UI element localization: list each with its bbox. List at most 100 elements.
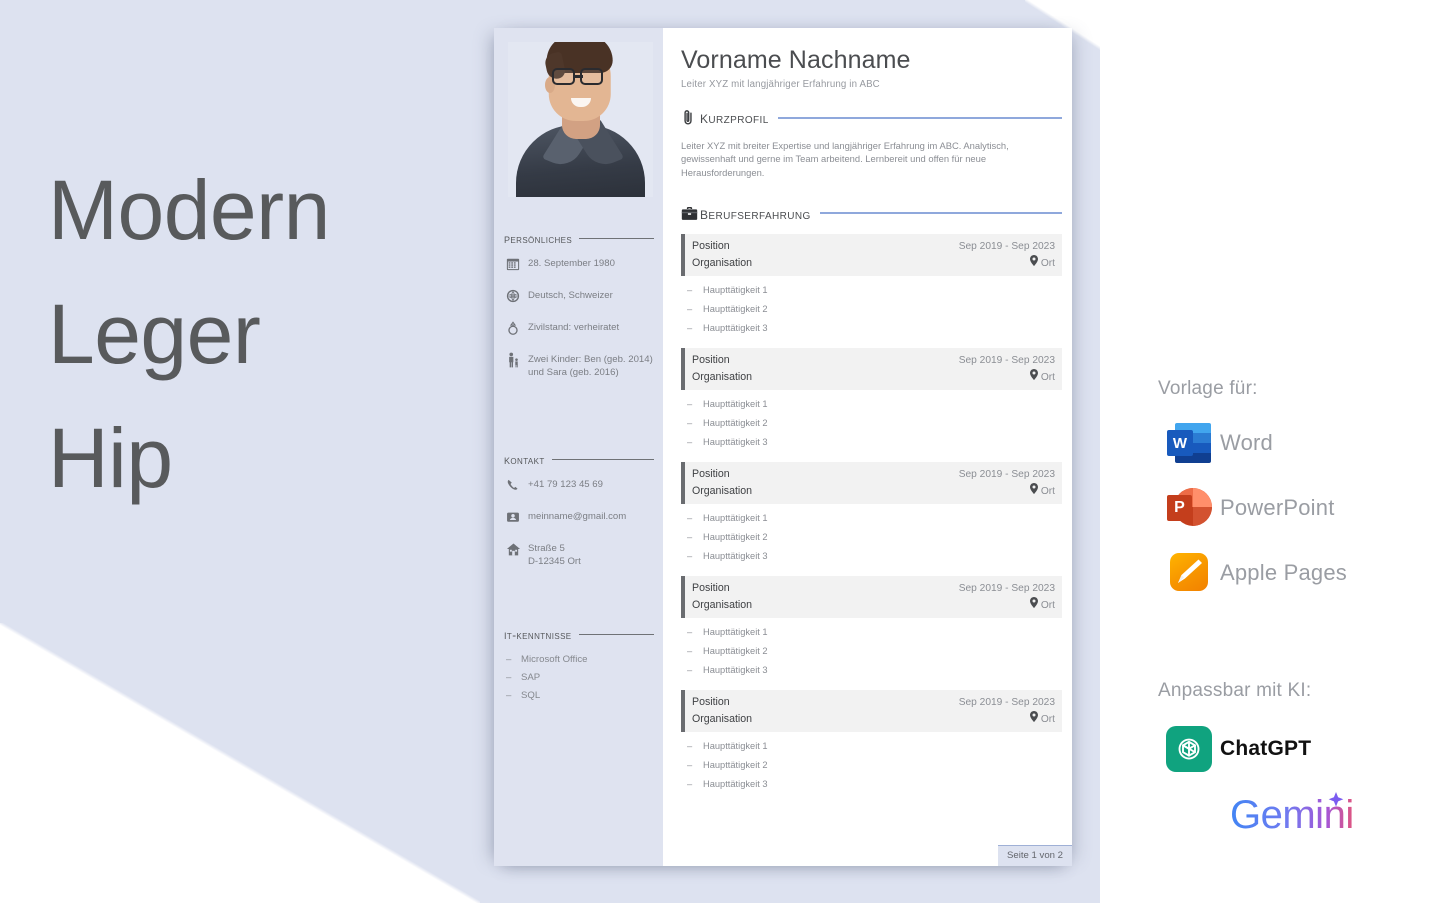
ai-tools-title: Anpassbar mit KI: (1158, 680, 1312, 701)
headline-line-1: Modern (48, 163, 330, 257)
format-row-word[interactable]: W Word (1158, 421, 1438, 465)
location-label: Ort (1040, 599, 1055, 611)
sidebar-heading-label: IT-Kenntnisse (504, 627, 572, 643)
task-label: Haupttätigkeit 3 (703, 550, 768, 561)
resume-sidebar: Persönliches 28. September 1980 Deutsch,… (494, 28, 663, 866)
globe-icon (504, 287, 522, 305)
ai-row-chatgpt[interactable]: ChatGPT (1158, 726, 1445, 772)
task-label: Haupttätigkeit 2 (703, 759, 768, 770)
bullet-dash: – (687, 284, 693, 295)
list-item: – SAP (506, 669, 655, 687)
list-item: – Haupttätigkeit 3 (687, 433, 1062, 452)
sidebar-heading-kontakt: Kontakt (504, 452, 654, 467)
experience-header: Position Organisation Sep 2019 - Sep 202… (681, 689, 1062, 732)
task-label: Haupttätigkeit 2 (703, 645, 768, 656)
personal-row-text: Zivilstand: verheiratet (528, 322, 620, 333)
bullet-dash: – (687, 759, 693, 770)
list-item: – Haupttätigkeit 1 (687, 737, 1062, 756)
experience-position: Position (692, 239, 730, 252)
home-icon (504, 540, 522, 558)
location-label: Ort (1040, 257, 1055, 269)
contact-row-address: Straße 5 D-12345 Ort (504, 540, 655, 568)
format-label: PowerPoint (1220, 495, 1335, 520)
list-item: – Haupttätigkeit 3 (687, 319, 1062, 338)
personal-row-nationality: Deutsch, Schweizer (504, 287, 655, 305)
list-item: – SQL (506, 687, 655, 705)
list-item: – Haupttätigkeit 1 (687, 281, 1062, 300)
heading-rule (819, 212, 1062, 215)
personal-row-text: 28. September 1980 (528, 258, 615, 269)
list-item: – Haupttätigkeit 3 (687, 661, 1062, 680)
sidebar-heading-it-kenntnisse: IT-Kenntnisse (504, 627, 654, 642)
section-heading-label: Berufserfahrung (700, 202, 811, 223)
resume-tagline: Leiter XYZ mit langjähriger Erfahrung in… (681, 79, 880, 90)
format-label: Apple Pages (1220, 560, 1347, 585)
skill-label: Microsoft Office (521, 654, 588, 666)
headline: Modern Leger Hip (48, 148, 330, 520)
experience-entry: Position Organisation Sep 2019 - Sep 202… (681, 689, 1062, 794)
experience-task-list: – Haupttätigkeit 1 – Haupttätigkeit 2 – Hau… (687, 623, 1062, 680)
experience-position: Position (692, 695, 730, 708)
bullet-dash: – (506, 690, 512, 702)
ai-tools-panel: Anpassbar mit KI: ChatGPT Gemini (1158, 680, 1445, 841)
personal-row-marital-status: Zivilstand: verheiratet (504, 319, 655, 337)
experience-location: Ort (959, 254, 1055, 272)
experience-entry: Position Organisation Sep 2019 - Sep 202… (681, 233, 1062, 338)
experience-location: Ort (959, 596, 1055, 614)
calendar-icon (504, 255, 522, 273)
experience-dates: Sep 2019 - Sep 2023 (958, 354, 1055, 366)
template-formats-title: Vorlage für: (1158, 378, 1258, 399)
experience-organisation: Organisation (692, 484, 753, 497)
personal-row-text: Deutsch, Schweizer (528, 290, 613, 301)
list-item: – Haupttätigkeit 3 (687, 547, 1062, 566)
ai-row-gemini[interactable]: Gemini (1158, 788, 1445, 841)
contact-row-text: +41 79 123 45 69 (528, 479, 603, 491)
list-item: – Microsoft Office (506, 651, 655, 669)
contact-row-email[interactable]: meinname@gmail.com (504, 508, 655, 526)
personal-row-text: Zwei Kinder: Ben (geb. 2014) und Sara (g… (528, 354, 653, 378)
experience-location: Ort (959, 482, 1055, 500)
powerpoint-icon: P (1158, 486, 1220, 530)
headline-line-3: Hip (48, 411, 173, 505)
contact-row-phone[interactable]: +41 79 123 45 69 (504, 476, 655, 494)
section-heading-berufserfahrung: Berufserfahrung (681, 203, 1062, 224)
bullet-dash: – (687, 626, 693, 637)
ai-label: ChatGPT (1220, 737, 1312, 760)
task-label: Haupttätigkeit 1 (703, 512, 768, 523)
experience-position: Position (692, 581, 730, 594)
chatgpt-icon (1158, 726, 1220, 772)
experience-task-list: – Haupttätigkeit 1 – Haupttätigkeit 2 – Hau… (687, 509, 1062, 566)
heading-rule (777, 116, 1062, 119)
task-label: Haupttätigkeit 3 (703, 322, 768, 333)
briefcase-icon (681, 205, 700, 222)
list-item: – Haupttätigkeit 2 (687, 414, 1062, 433)
list-item: – Haupttätigkeit 2 (687, 642, 1062, 661)
headline-line-2: Leger (48, 287, 261, 381)
location-pin-icon (1029, 482, 1038, 500)
bullet-dash: – (687, 398, 693, 409)
apple-pages-icon (1158, 551, 1220, 595)
template-formats-panel: Vorlage für: W Word P PowerPoint Apple P… (1158, 378, 1438, 595)
location-pin-icon (1029, 596, 1038, 614)
experience-location: Ort (959, 368, 1055, 386)
contact-list: +41 79 123 45 69 meinname@gmail.com Stra… (504, 476, 655, 568)
task-label: Haupttätigkeit 1 (703, 398, 768, 409)
list-item: – Haupttätigkeit 2 (687, 756, 1062, 775)
bullet-dash: – (687, 417, 693, 428)
resume-document-preview[interactable]: Persönliches 28. September 1980 Deutsch,… (494, 28, 1072, 866)
sidebar-heading-label: Persönliches (504, 231, 573, 246)
family-icon (504, 351, 522, 369)
experience-task-list: – Haupttätigkeit 1 – Haupttätigkeit 2 – Hau… (687, 281, 1062, 338)
location-label: Ort (1040, 713, 1055, 725)
experience-organisation: Organisation (692, 712, 753, 725)
sidebar-heading-label: Kontakt (504, 452, 545, 468)
list-item: – Haupttätigkeit 2 (687, 300, 1062, 319)
experience-location: Ort (959, 710, 1055, 728)
personal-row-children: Zwei Kinder: Ben (geb. 2014) und Sara (g… (504, 351, 655, 379)
format-row-apple-pages[interactable]: Apple Pages (1158, 551, 1438, 595)
heading-rule (579, 238, 654, 239)
resume-main-column: Vorname Nachname Leiter XYZ mit langjähr… (663, 28, 1072, 866)
format-row-powerpoint[interactable]: P PowerPoint (1158, 486, 1438, 530)
experience-task-list: – Haupttätigkeit 1 – Haupttätigkeit 2 – Hau… (687, 395, 1062, 452)
bullet-dash: – (687, 436, 693, 447)
